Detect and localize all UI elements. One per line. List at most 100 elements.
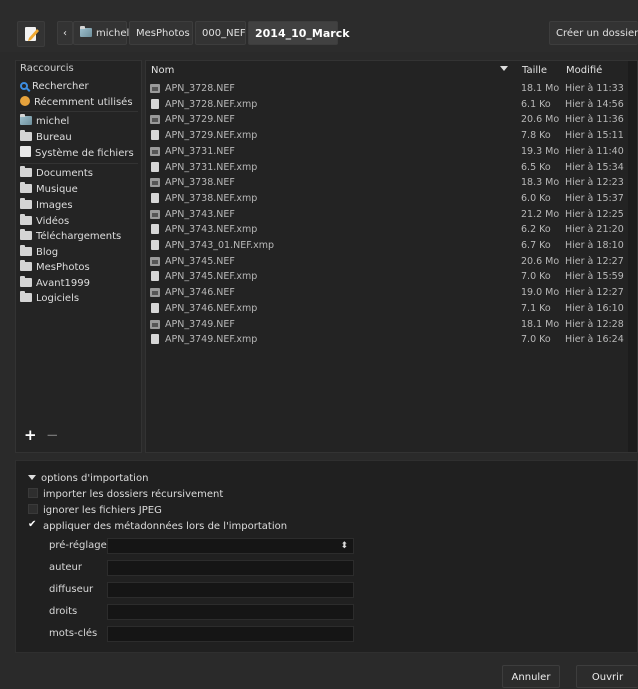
file-row[interactable]: APN_3738.NEF 18.3 Mo Hier à 12:23: [147, 175, 628, 190]
file-name: APN_3743.NEF.xmp: [165, 224, 258, 236]
file-modified: Hier à 15:37: [565, 192, 624, 204]
sidebar-item-logiciels[interactable]: Logiciels: [20, 291, 142, 306]
sidebar-header: Raccourcis: [20, 63, 74, 74]
apply-metadata-checkbox[interactable]: appliquer des métadonnées lors de l'impo…: [28, 517, 287, 534]
sidebar-item-mesphotos[interactable]: MesPhotos: [20, 260, 142, 275]
rights-label: droits: [49, 606, 78, 617]
file-row[interactable]: APN_3745.NEF 20.6 Mo Hier à 12:27: [147, 254, 628, 269]
create-folder-button[interactable]: Créer un dossier: [549, 21, 638, 45]
sidebar-item-music[interactable]: Musique: [20, 182, 142, 197]
sidebar-item-home[interactable]: michel: [20, 114, 142, 129]
file-row[interactable]: APN_3749.NEF.xmp 7.0 Ko Hier à 16:24: [147, 332, 628, 347]
sort-chevron-down-icon[interactable]: [500, 66, 508, 71]
sidebar-item-videos[interactable]: Vidéos: [20, 214, 142, 229]
path-back-button[interactable]: ‹: [57, 21, 73, 45]
file-size: 6.5 Ko: [521, 161, 551, 173]
add-bookmark-button[interactable]: +: [24, 428, 38, 443]
file-modified: Hier à 14:56: [565, 98, 624, 110]
file-name: APN_3738.NEF.xmp: [165, 192, 258, 204]
file-row[interactable]: APN_3728.NEF 18.1 Mo Hier à 11:33: [147, 81, 628, 96]
remove-bookmark-button[interactable]: −: [46, 428, 60, 443]
edit-location-button[interactable]: [17, 21, 45, 47]
file-name: APN_3731.NEF.xmp: [165, 161, 258, 173]
path-segment-current[interactable]: 2014_10_Marck: [248, 21, 350, 45]
file-modified: Hier à 12:27: [565, 287, 624, 299]
cancel-button[interactable]: Annuler: [502, 665, 560, 688]
sidebar-item-recent[interactable]: Récemment utilisés: [20, 95, 142, 110]
file-row[interactable]: APN_3729.NEF.xmp 7.8 Ko Hier à 15:11: [147, 128, 628, 143]
file-size: 6.0 Ko: [521, 192, 551, 204]
file-row[interactable]: APN_3746.NEF.xmp 7.1 Ko Hier à 16:10: [147, 301, 628, 316]
file-size: 7.0 Ko: [521, 271, 551, 283]
file-row[interactable]: APN_3731.NEF.xmp 6.5 Ko Hier à 15:34: [147, 160, 628, 175]
file-row[interactable]: APN_3738.NEF.xmp 6.0 Ko Hier à 15:37: [147, 191, 628, 206]
file-row[interactable]: APN_3729.NEF 20.6 Mo Hier à 11:36: [147, 112, 628, 127]
preset-select[interactable]: ⬍: [107, 538, 354, 554]
publisher-field[interactable]: [107, 582, 354, 598]
publisher-label: diffuseur: [49, 584, 94, 595]
sidebar-divider: [20, 163, 138, 164]
import-options-expander[interactable]: options d'importation: [28, 471, 148, 486]
open-button[interactable]: Ouvrir: [576, 665, 638, 688]
path-segment-mesphotos[interactable]: MesPhotos: [129, 21, 193, 45]
file-modified: Hier à 11:33: [565, 83, 624, 94]
path-segment-home[interactable]: michel: [73, 21, 129, 45]
sidebar-item-search[interactable]: Rechercher: [20, 79, 142, 94]
file-size: 18.1 Mo: [521, 318, 560, 330]
home-folder-icon: [20, 114, 32, 125]
file-size: 6.7 Ko: [521, 240, 551, 251]
checkmark-icon: [28, 517, 38, 532]
document-file-icon: [151, 240, 159, 250]
file-row[interactable]: APN_3728.NEF.xmp 6.1 Ko Hier à 14:56: [147, 97, 628, 112]
path-bar: ‹ michel MesPhotos 000_NEF 2014_10_Marck…: [0, 0, 638, 52]
file-size: 20.6 Mo: [521, 255, 560, 267]
file-name: APN_3729.NEF: [165, 114, 235, 126]
path-segment-000nef[interactable]: 000_NEF: [195, 21, 246, 45]
updown-chevron-icon: ⬍: [340, 541, 348, 551]
file-row[interactable]: APN_3743_01.NEF.xmp 6.7 Ko Hier à 18:10: [147, 238, 628, 253]
recursive-checkbox[interactable]: importer les dossiers récursivement: [28, 487, 223, 502]
file-modified: Hier à 18:10: [565, 240, 624, 251]
file-row[interactable]: APN_3745.NEF.xmp 7.0 Ko Hier à 15:59: [147, 269, 628, 284]
file-name: APN_3738.NEF: [165, 177, 235, 189]
file-size: 6.2 Ko: [521, 224, 551, 236]
file-name: APN_3731.NEF: [165, 145, 235, 157]
file-modified: Hier à 16:10: [565, 302, 624, 314]
document-file-icon: [151, 130, 159, 141]
file-size: 21.2 Mo: [521, 208, 560, 220]
file-list-scrollbar[interactable]: [628, 61, 637, 452]
rights-field[interactable]: [107, 604, 354, 620]
sidebar-item-filesystem[interactable]: Système de fichiers: [20, 146, 142, 161]
folder-icon: [20, 130, 32, 141]
sidebar-item-images[interactable]: Images: [20, 198, 142, 213]
folder-icon: [20, 276, 32, 287]
folder-icon: [20, 245, 32, 256]
expander-down-icon: [28, 475, 36, 480]
sidebar-item-avant1999[interactable]: Avant1999: [20, 276, 142, 291]
file-row[interactable]: APN_3749.NEF 18.1 Mo Hier à 12:28: [147, 317, 628, 332]
folder-icon: [20, 260, 32, 271]
file-size: 19.3 Mo: [521, 145, 560, 157]
sidebar-item-documents[interactable]: Documents: [20, 166, 142, 181]
sidebar-item-downloads[interactable]: Téléchargements: [20, 229, 142, 244]
sidebar-item-desktop[interactable]: Bureau: [20, 130, 142, 145]
search-icon: [20, 82, 28, 90]
file-modified: Hier à 12:25: [565, 208, 624, 220]
file-row[interactable]: APN_3746.NEF 19.0 Mo Hier à 12:27: [147, 285, 628, 300]
column-header-modified[interactable]: Modifié: [566, 63, 602, 79]
file-size: 18.1 Mo: [521, 83, 560, 94]
sidebar-item-blog[interactable]: Blog: [20, 245, 142, 260]
file-name: APN_3743_01.NEF.xmp: [165, 240, 275, 251]
column-header-name[interactable]: Nom: [151, 63, 174, 79]
file-row[interactable]: APN_3743.NEF.xmp 6.2 Ko Hier à 21:20: [147, 222, 628, 237]
file-row[interactable]: APN_3731.NEF 19.3 Mo Hier à 11:40: [147, 144, 628, 159]
file-row[interactable]: APN_3743.NEF 21.2 Mo Hier à 12:25: [147, 207, 628, 222]
sidebar-divider: [20, 111, 138, 112]
file-modified: Hier à 12:23: [565, 177, 624, 189]
author-field[interactable]: [107, 560, 354, 576]
image-file-icon: [150, 209, 160, 219]
ignore-jpeg-checkbox[interactable]: ignorer les fichiers JPEG: [28, 503, 162, 518]
column-header-size[interactable]: Taille: [522, 63, 547, 79]
tags-field[interactable]: [107, 626, 354, 642]
document-file-icon: [151, 224, 159, 235]
